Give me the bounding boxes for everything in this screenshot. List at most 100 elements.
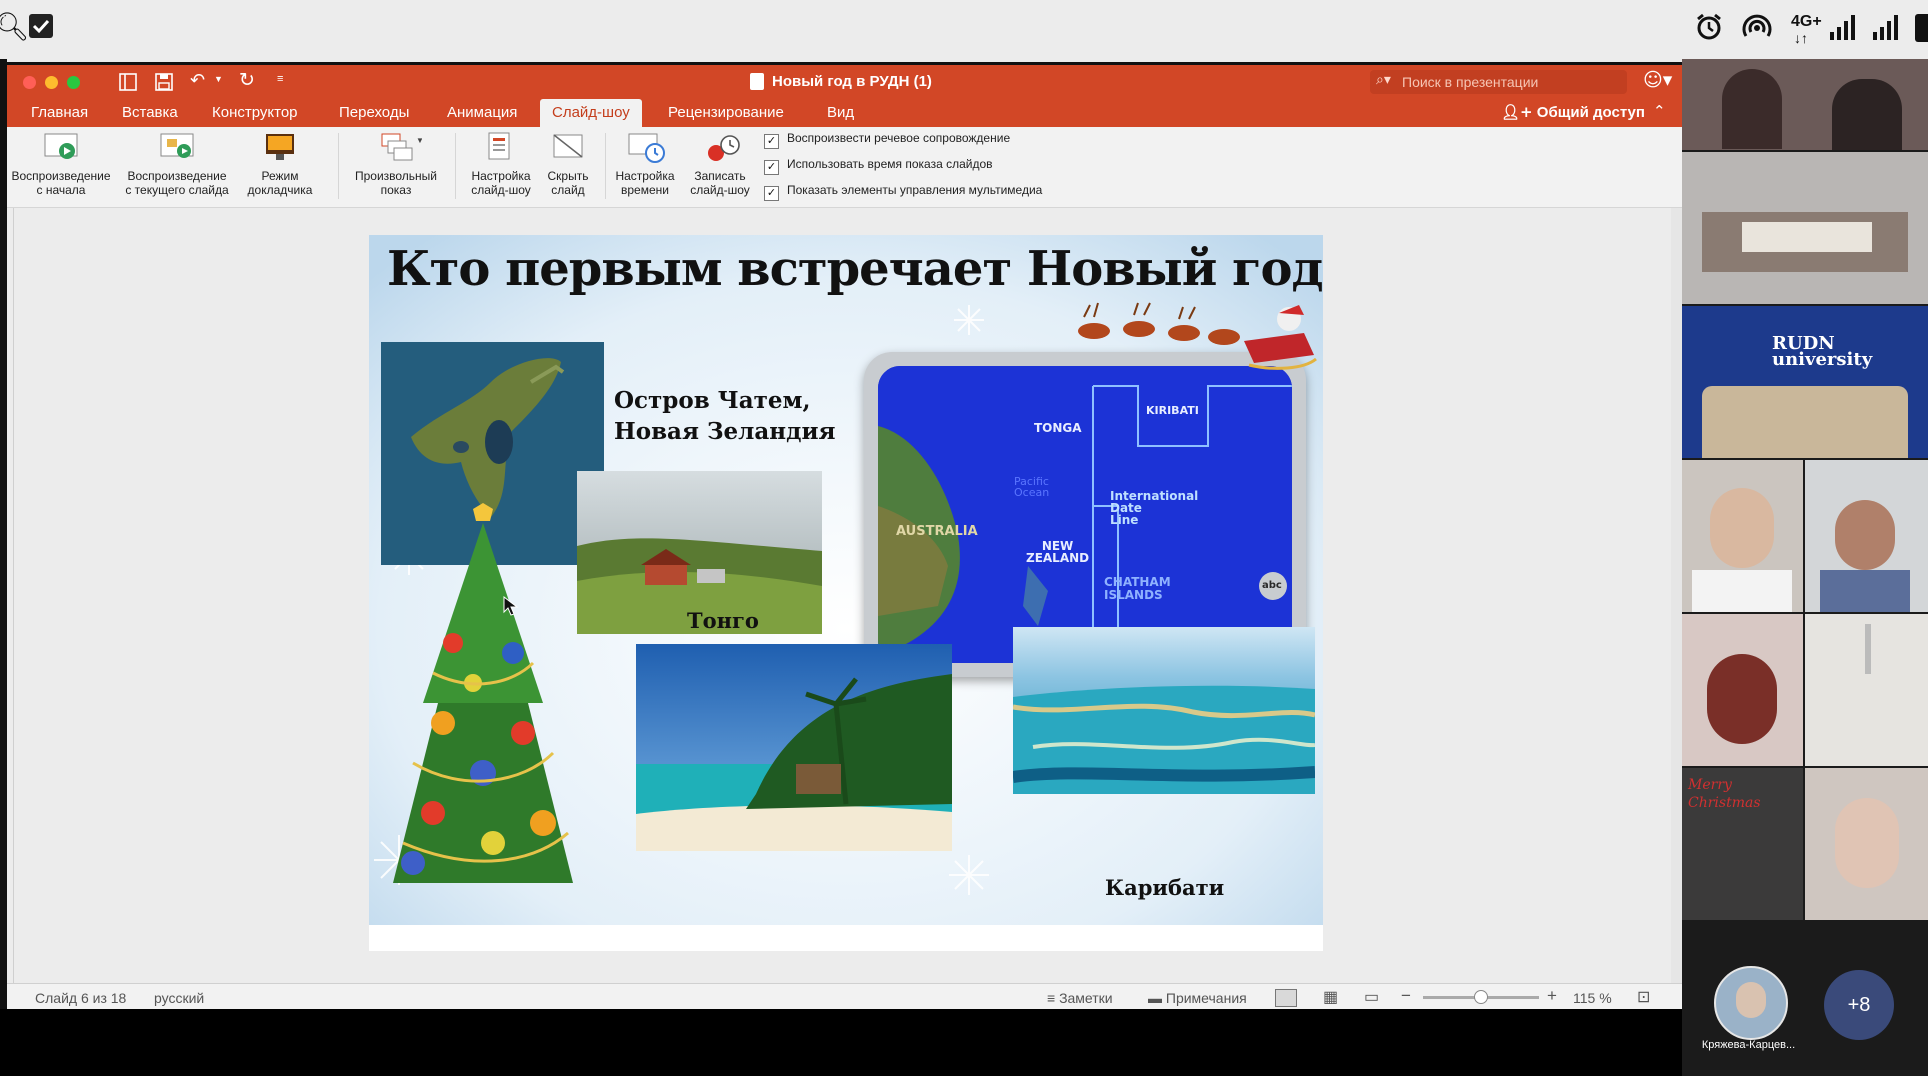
- sidebar-toggle-icon[interactable]: [119, 73, 137, 91]
- document-icon: [750, 73, 764, 90]
- record-slideshow-button[interactable]: Записать слайд-шоу: [681, 131, 759, 197]
- tab-home[interactable]: Главная: [31, 104, 88, 121]
- christmas-video-tile[interactable]: Merry Christmas: [1682, 768, 1803, 920]
- play-from-start-button[interactable]: Воспроизведение с начала: [11, 131, 111, 197]
- alarm-icon: [1697, 13, 1721, 40]
- network-type-label: 4G+: [1791, 13, 1822, 30]
- presenter-view-button[interactable]: Режим докладчика: [244, 131, 316, 197]
- empty-room-video-tile[interactable]: [1805, 614, 1928, 766]
- map-label-abc: abc: [1262, 580, 1282, 591]
- tab-slideshow[interactable]: Слайд-шоу: [540, 99, 642, 127]
- tab-animations[interactable]: Анимация: [447, 104, 517, 121]
- add-person-icon: 👤︎+: [1501, 103, 1533, 121]
- signal-strength-icon-1: [1830, 15, 1855, 40]
- map-label-date-line: International Date Line: [1110, 490, 1198, 526]
- participant-face: [1710, 488, 1774, 568]
- close-window-button[interactable]: [23, 76, 36, 89]
- setup-slideshow-button[interactable]: Настройка слайд-шоу: [463, 131, 539, 197]
- collapse-ribbon-icon[interactable]: ⌃: [1653, 102, 1666, 120]
- map-label-chatham-islands: CHATHAM ISLANDS: [1104, 576, 1171, 602]
- zoom-slider-thumb[interactable]: [1474, 990, 1488, 1004]
- language-indicator[interactable]: русский: [154, 990, 204, 1006]
- use-timings-checkbox[interactable]: ✓ Использовать время показа слайдов: [764, 157, 993, 175]
- vertical-scrollbar[interactable]: [1671, 208, 1682, 983]
- slide-sorter-icon[interactable]: ▦: [1323, 987, 1338, 1007]
- data-arrows-icon: ↓↑: [1794, 30, 1808, 46]
- panel-divider: [13, 208, 14, 983]
- tab-review[interactable]: Рецензирование: [668, 104, 784, 121]
- tab-design[interactable]: Конструктор: [212, 104, 298, 121]
- reading-view-icon[interactable]: ▭: [1364, 987, 1379, 1007]
- custom-show-button[interactable]: ▼ Произвольный показ: [347, 131, 445, 197]
- signal-strength-icon-2: [1873, 15, 1898, 40]
- merry-christmas-sign: Merry Christmas: [1688, 776, 1761, 812]
- caption-chatham-line-1: Остров Чатем,: [614, 387, 811, 414]
- current-slide[interactable]: Кто первым встречает Новый год? Остров Ч…: [369, 235, 1323, 951]
- ribbon-tab-bar: Главная Вставка Конструктор Переходы Ани…: [7, 99, 1682, 127]
- participant-hair: [1707, 654, 1777, 744]
- table-items: [1742, 222, 1872, 252]
- title-bar: ↶ ▼ ↻ ≡ Новый год в РУДН (1) ⌕▾ Поиск в …: [7, 65, 1682, 99]
- device-status-bar: 🔍︎ 4G+ ↓↑: [0, 0, 1928, 59]
- date-line-map: TONGA KIRIBATI Pacific Ocean AUSTRALIA N…: [878, 366, 1292, 663]
- participant-avatar[interactable]: [1714, 966, 1788, 1040]
- media-controls-label: Показать элементы управления мультимедиа: [787, 183, 1043, 197]
- maximize-window-button[interactable]: [67, 76, 80, 89]
- map-label-pacific-ocean: Pacific Ocean: [1014, 476, 1049, 498]
- play-current-slide-button[interactable]: Воспроизведение с текущего слайда: [118, 131, 236, 197]
- comments-button[interactable]: ▬ Примечания: [1148, 990, 1247, 1006]
- narration-checkbox[interactable]: ✓ Воспроизвести речевое сопровождение: [764, 131, 1010, 149]
- rehearse-timings-button[interactable]: Настройка времени: [609, 131, 681, 197]
- tab-transitions[interactable]: Переходы: [339, 104, 409, 121]
- participant-face: [1835, 500, 1895, 570]
- search-icon[interactable]: 🔍︎: [0, 10, 30, 43]
- rehearse-timings-label-2: времени: [621, 183, 669, 197]
- participant-video-tile[interactable]: [1682, 614, 1803, 766]
- hide-slide-button[interactable]: Скрыть слайд: [538, 131, 598, 197]
- more-participants-button[interactable]: +8: [1824, 970, 1894, 1040]
- minimize-window-button[interactable]: [45, 76, 58, 89]
- rudn-banner: RUDN university: [1772, 335, 1872, 369]
- zoom-in-icon[interactable]: +: [1547, 986, 1557, 1006]
- kiribati-aerial-photo: [1013, 627, 1315, 794]
- hide-slide-label-1: Скрыть: [547, 169, 589, 183]
- undo-icon[interactable]: ↶: [190, 70, 205, 91]
- map-label-islands: ISLANDS: [1104, 588, 1163, 602]
- student-video-tile[interactable]: [1682, 460, 1803, 612]
- tab-view[interactable]: Вид: [827, 104, 854, 121]
- map-label-new-zealand: NEW ZEALAND: [1026, 540, 1089, 564]
- save-icon[interactable]: [155, 73, 173, 91]
- participant-figure: [1722, 69, 1782, 149]
- fit-to-window-icon[interactable]: ⊡: [1637, 987, 1650, 1007]
- ribbon-separator: [455, 133, 456, 199]
- normal-view-icon[interactable]: [1275, 989, 1297, 1007]
- participant-video-tile[interactable]: [1682, 59, 1928, 150]
- map-label-australia: AUSTRALIA: [896, 524, 978, 539]
- tab-insert[interactable]: Вставка: [122, 104, 178, 121]
- feedback-smiley-icon[interactable]: ☺▾: [1643, 69, 1672, 91]
- slide-counter: Слайд 6 из 18: [35, 990, 127, 1006]
- task-check-icon[interactable]: [29, 14, 53, 38]
- customize-toolbar-icon[interactable]: ≡: [277, 73, 283, 85]
- zoom-level[interactable]: 115 %: [1573, 990, 1612, 1006]
- share-button[interactable]: 👤︎+ Общий доступ: [1501, 103, 1645, 121]
- media-controls-checkbox[interactable]: ✓ Показать элементы управления мультимеди…: [764, 183, 1042, 201]
- rudn-video-tile[interactable]: RUDN university: [1682, 306, 1928, 458]
- hotspot-icon: [1742, 14, 1772, 37]
- teacher-video-tile[interactable]: [1805, 460, 1928, 612]
- record-show-label-1: Записать: [694, 169, 746, 183]
- search-box[interactable]: ⌕▾ Поиск в презентации: [1370, 70, 1627, 94]
- redo-icon[interactable]: ↻: [239, 69, 255, 91]
- undo-dropdown-icon[interactable]: ▼: [214, 74, 223, 84]
- participants-group: [1702, 386, 1908, 458]
- merry-line-1: Merry: [1688, 777, 1732, 793]
- play-current-icon: [159, 131, 195, 165]
- caption-tonga: Тонго: [687, 608, 759, 633]
- participant-video-tile[interactable]: [1805, 768, 1928, 920]
- zoom-out-icon[interactable]: −: [1401, 986, 1411, 1006]
- play-from-start-label-1: Воспроизведение: [11, 169, 111, 183]
- notes-button[interactable]: ≡ Заметки: [1047, 990, 1113, 1006]
- check-glyph: [32, 19, 50, 34]
- tonga-beach-photo: [636, 644, 952, 851]
- classroom-video-tile[interactable]: [1682, 152, 1928, 304]
